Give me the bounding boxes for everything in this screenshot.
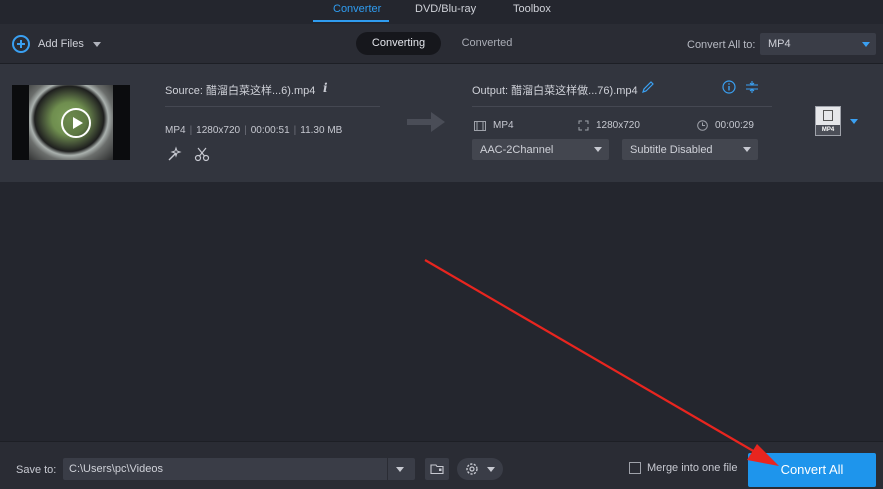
chevron-down-icon — [487, 467, 495, 472]
subtitle-select[interactable]: Subtitle Disabled — [622, 139, 758, 160]
add-files-label: Add Files — [38, 38, 84, 50]
output-resolution: 1280x720 — [578, 120, 640, 131]
save-path-field[interactable]: C:\Users\pc\Videos — [63, 458, 415, 480]
tab-converted[interactable]: Converted — [448, 32, 526, 55]
enhance-wand-icon[interactable] — [166, 146, 182, 162]
add-files-button[interactable]: Add Files — [12, 35, 101, 53]
add-circle-icon — [12, 35, 30, 53]
output-format: MP4 — [474, 120, 514, 131]
bottom-bar: Save to: C:\Users\pc\Videos Merge into o… — [0, 441, 883, 489]
chevron-down-icon[interactable] — [396, 467, 404, 472]
folder-icon — [430, 464, 444, 475]
divider — [387, 458, 388, 480]
audio-track-select[interactable]: AAC-2Channel — [472, 139, 609, 160]
format-badge: MP4 — [816, 125, 840, 135]
output-duration-value: 00:00:29 — [715, 120, 754, 131]
divider — [472, 106, 772, 107]
file-list-item: Source: 醋溜白菜这样...6).mp4 i MP4 | 1280x720 | 0… — [0, 64, 883, 182]
film-icon — [474, 120, 486, 131]
source-format: MP4 — [165, 125, 186, 136]
scissors-icon[interactable] — [194, 146, 210, 162]
convert-all-button[interactable]: Convert All — [748, 453, 876, 487]
output-filename: Output: 醋溜白菜这样做...76).mp4 — [472, 85, 638, 97]
clock-icon — [697, 120, 708, 131]
open-folder-button[interactable] — [425, 458, 449, 480]
output-resolution-value: 1280x720 — [596, 120, 640, 131]
film-icon — [823, 110, 833, 121]
resize-icon — [578, 120, 589, 131]
subtitle-value: Subtitle Disabled — [630, 144, 713, 156]
divider — [165, 106, 380, 107]
source-meta: MP4 | 1280x720 | 00:00:51 | 11.30 MB — [165, 125, 343, 136]
convert-all-to-label: Convert All to: — [687, 39, 756, 51]
merge-checkbox[interactable] — [629, 462, 641, 474]
split-icon[interactable] — [745, 80, 759, 94]
source-filename: Source: 醋溜白菜这样...6).mp4 — [165, 85, 316, 97]
source-duration: 00:00:51 — [250, 125, 290, 136]
gear-icon — [466, 463, 478, 475]
merge-label: Merge into one file — [647, 462, 738, 474]
format-select-value: MP4 — [768, 38, 791, 50]
source-resolution: 1280x720 — [196, 125, 241, 136]
play-icon[interactable] — [61, 108, 91, 138]
chevron-down-icon[interactable] — [850, 119, 858, 124]
chevron-down-icon[interactable] — [92, 41, 101, 47]
edit-icon[interactable] — [641, 80, 655, 94]
save-to-label: Save to: — [16, 464, 57, 476]
tab-converter[interactable]: Converter — [333, 3, 381, 15]
settings-button[interactable] — [457, 458, 503, 480]
chevron-down-icon — [862, 42, 870, 47]
tab-toolbox[interactable]: Toolbox — [513, 3, 551, 15]
output-format-value: MP4 — [493, 120, 514, 131]
top-tabs: Converter DVD/Blu-ray Toolbox — [0, 0, 883, 24]
merge-option[interactable]: Merge into one file — [629, 462, 738, 474]
save-path-value: C:\Users\pc\Videos — [69, 463, 163, 475]
chevron-down-icon — [743, 147, 751, 152]
audio-track-value: AAC-2Channel — [480, 144, 554, 156]
chevron-down-icon — [594, 147, 602, 152]
output-format-button[interactable]: MP4 — [815, 106, 841, 136]
video-thumbnail[interactable] — [12, 85, 130, 160]
source-size: 11.30 MB — [300, 125, 343, 136]
output-duration: 00:00:29 — [697, 120, 754, 131]
active-tab-indicator — [313, 20, 389, 22]
convert-all-format-select[interactable]: MP4 — [760, 33, 876, 55]
convert-arrow-icon — [407, 112, 445, 132]
media-info-icon[interactable]: i — [323, 81, 328, 95]
tab-dvd-bluray[interactable]: DVD/Blu-ray — [415, 3, 476, 15]
tab-converting[interactable]: Converting — [356, 32, 441, 55]
toolbar: Add Files Converting Converted Convert A… — [0, 24, 883, 64]
info-icon[interactable] — [722, 80, 736, 94]
